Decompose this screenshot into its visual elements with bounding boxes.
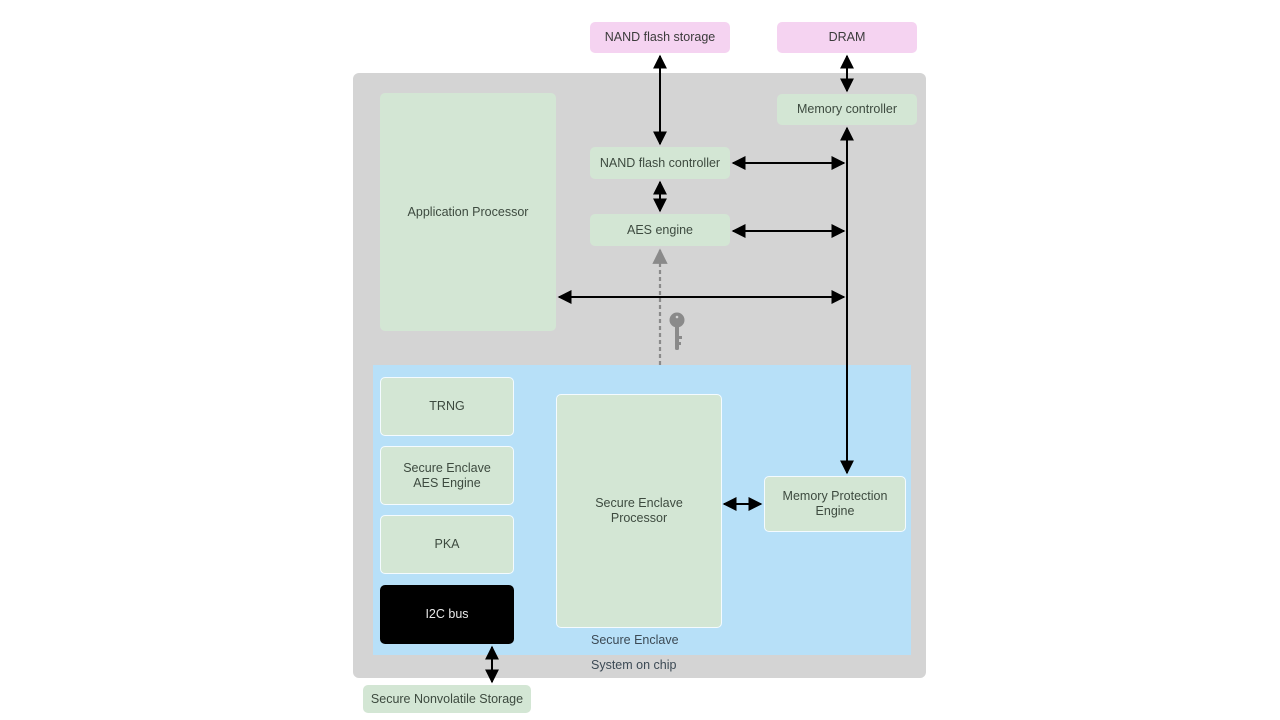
connection-arrows <box>485 54 854 684</box>
key-icon <box>669 312 685 350</box>
